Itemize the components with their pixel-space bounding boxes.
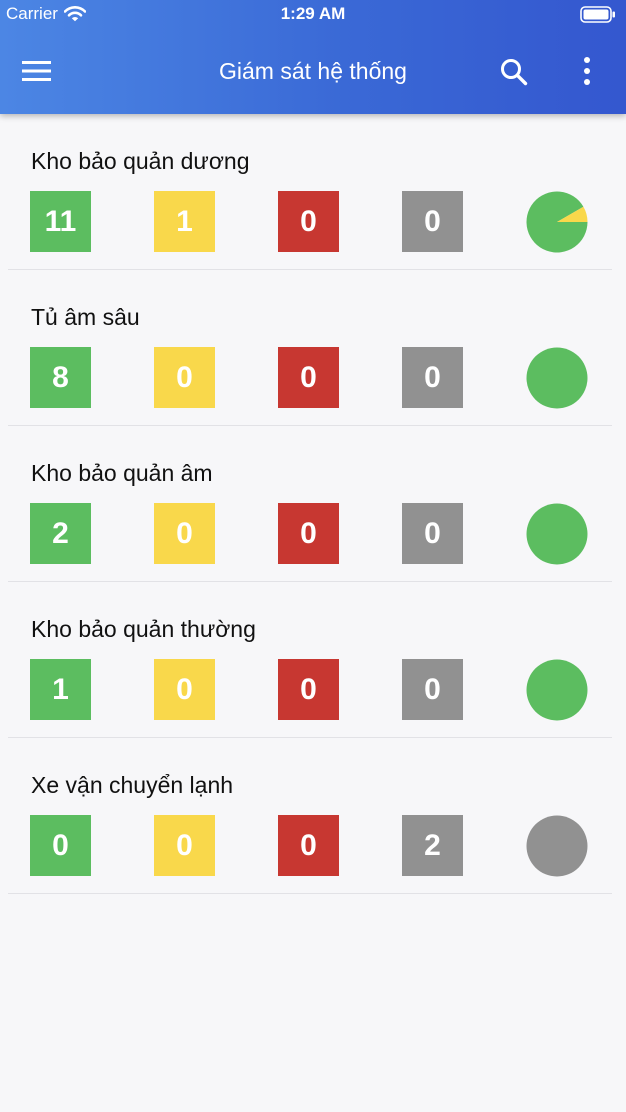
alarm-count-badge[interactable]: 0 xyxy=(278,815,339,876)
group-name: Kho bảo quản thường xyxy=(31,616,256,642)
ok-count-badge[interactable]: 2 xyxy=(30,503,91,564)
status-bar: Carrier 1:29 AM xyxy=(0,0,626,30)
ok-count-badge[interactable]: 0 xyxy=(30,815,91,876)
offline-count-badge[interactable]: 0 xyxy=(402,191,463,252)
group-row[interactable]: Tủ âm sâu 8 0 0 0 xyxy=(0,270,626,426)
warning-count-badge[interactable]: 0 xyxy=(154,815,215,876)
warning-count-badge[interactable]: 0 xyxy=(154,503,215,564)
alarm-count-badge[interactable]: 0 xyxy=(278,503,339,564)
group-name: Kho bảo quản dương xyxy=(31,148,250,174)
status-pie-chart xyxy=(526,347,588,409)
ok-count-badge[interactable]: 11 xyxy=(30,191,91,252)
pie-slice-ok xyxy=(526,503,588,565)
pie-slice-ok xyxy=(526,659,588,721)
offline-count-badge[interactable]: 0 xyxy=(402,659,463,720)
status-pie-chart xyxy=(526,191,588,253)
warning-count-badge[interactable]: 0 xyxy=(154,659,215,720)
status-pie-chart xyxy=(526,503,588,565)
offline-count-badge[interactable]: 2 xyxy=(402,815,463,876)
battery-icon xyxy=(580,6,615,23)
group-row[interactable]: Xe vận chuyển lạnh 0 0 0 2 xyxy=(0,738,626,894)
status-pie-chart xyxy=(526,659,588,721)
group-row[interactable]: Kho bảo quản âm 2 0 0 0 xyxy=(0,426,626,582)
app-bar: Carrier 1:29 AM Giám sát hệ thống xyxy=(0,0,626,114)
ok-count-badge[interactable]: 1 xyxy=(30,659,91,720)
group-row[interactable]: Kho bảo quản dương 11 1 0 0 xyxy=(0,114,626,270)
group-name: Xe vận chuyển lạnh xyxy=(31,772,234,798)
group-row[interactable]: Kho bảo quản thường 1 0 0 0 xyxy=(0,582,626,738)
warning-count-badge[interactable]: 1 xyxy=(154,191,215,252)
group-name: Tủ âm sâu xyxy=(31,304,140,330)
status-pie-chart xyxy=(526,815,588,877)
ok-count-badge[interactable]: 8 xyxy=(30,347,91,408)
pie-slice-offline xyxy=(526,815,588,877)
status-time: 1:29 AM xyxy=(280,4,346,23)
pie-slice-ok xyxy=(526,347,588,409)
warning-count-badge[interactable]: 0 xyxy=(154,347,215,408)
group-name: Kho bảo quản âm xyxy=(31,460,213,486)
device-group-list: Kho bảo quản dương 11 1 0 0 Tủ âm sâu 8 … xyxy=(0,114,626,894)
alarm-count-badge[interactable]: 0 xyxy=(278,191,339,252)
more-vertical-icon[interactable] xyxy=(578,56,596,86)
alarm-count-badge[interactable]: 0 xyxy=(278,659,339,720)
search-icon[interactable] xyxy=(498,56,530,88)
page-title: Giám sát hệ thống xyxy=(219,58,407,84)
alarm-count-badge[interactable]: 0 xyxy=(278,347,339,408)
offline-count-badge[interactable]: 0 xyxy=(402,347,463,408)
offline-count-badge[interactable]: 0 xyxy=(402,503,463,564)
